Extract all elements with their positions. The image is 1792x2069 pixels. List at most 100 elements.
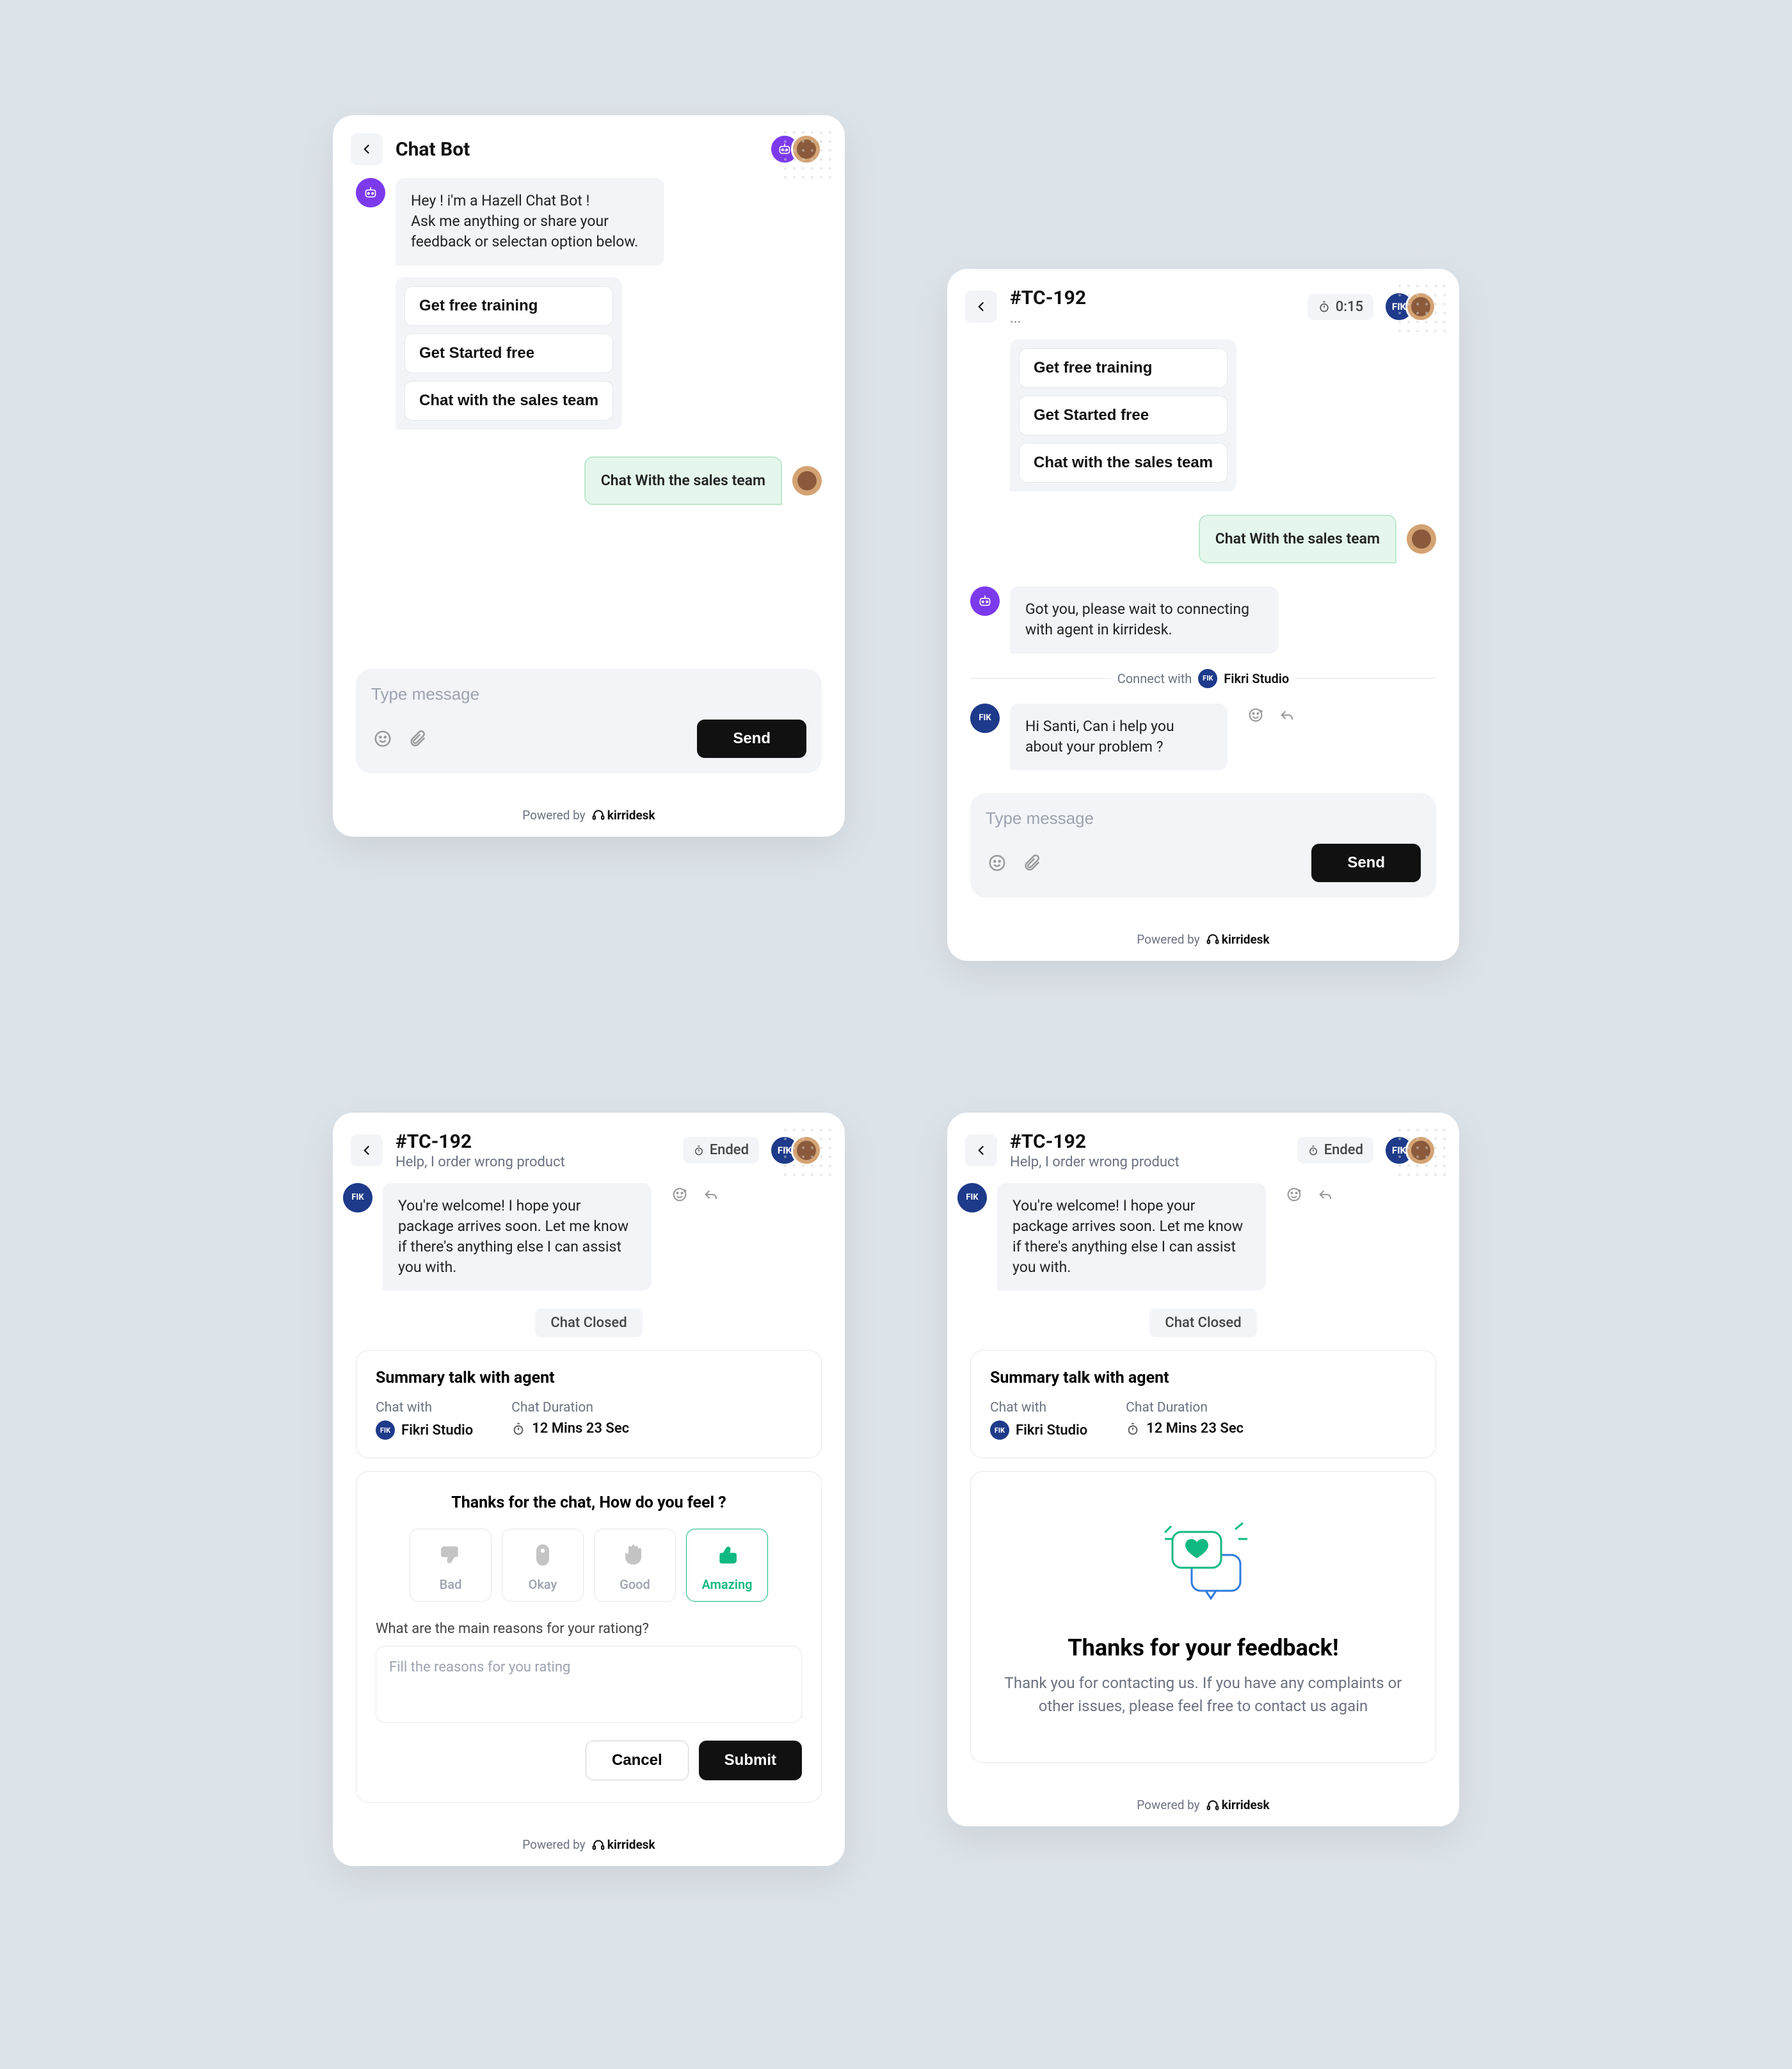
ticket-subtitle: Help, I order wrong product <box>1010 1154 1284 1170</box>
brand-logo: kirridesk <box>1206 1798 1270 1812</box>
submit-button[interactable]: Submit <box>699 1741 802 1780</box>
brand-logo: kirridesk <box>1206 932 1270 947</box>
ticket-subtitle: Help, I order wrong product <box>396 1154 670 1170</box>
bot-avatar-icon <box>356 178 385 207</box>
message-input-area: Send <box>970 793 1436 898</box>
header: #TC-192 ... 0:15 FIK <box>947 269 1459 339</box>
rating-okay[interactable]: Okay <box>502 1529 584 1602</box>
back-button[interactable] <box>351 1134 383 1166</box>
duration-value: 12 Mins 23 Sec <box>511 1421 629 1437</box>
react-icon[interactable] <box>1244 704 1267 727</box>
quick-options: Get free training Get Started free Chat … <box>1010 339 1236 492</box>
option-sales-team[interactable]: Chat with the sales team <box>404 381 613 421</box>
duration-label: Chat Duration <box>511 1400 629 1415</box>
reply-icon[interactable] <box>700 1183 723 1206</box>
react-icon[interactable] <box>668 1183 691 1206</box>
emoji-icon[interactable] <box>371 727 394 750</box>
attachment-icon[interactable] <box>1020 851 1043 874</box>
chat-closed-chip: Chat Closed <box>1149 1308 1256 1337</box>
option-free-training[interactable]: Get free training <box>404 286 613 326</box>
emoji-icon[interactable] <box>986 851 1009 874</box>
status-ended-badge: Ended <box>1297 1137 1373 1163</box>
chat-widget-thank-you: #TC-192 Help, I order wrong product Ende… <box>947 1113 1459 1827</box>
ok-hand-icon <box>530 1542 556 1570</box>
header: #TC-192 Help, I order wrong product Ende… <box>947 1113 1459 1183</box>
reasons-textarea[interactable] <box>376 1646 802 1723</box>
connect-with-divider: Connect with FIK Fikri Studio <box>970 665 1436 692</box>
thank-you-title: Thanks for your feedback! <box>1068 1634 1338 1661</box>
raised-hand-icon <box>622 1542 648 1570</box>
stopwatch-icon <box>1318 300 1331 313</box>
back-button[interactable] <box>965 291 997 323</box>
agent-avatar-icon: FIK <box>343 1183 372 1212</box>
participants-avatars <box>769 134 822 165</box>
cancel-button[interactable]: Cancel <box>586 1741 689 1780</box>
message-input[interactable] <box>371 684 806 704</box>
message-input[interactable] <box>986 809 1421 828</box>
chat-with-value: FIK Fikri Studio <box>376 1421 473 1440</box>
chat-widget-connecting: #TC-192 ... 0:15 FIK Get free training G… <box>947 269 1459 961</box>
reply-icon[interactable] <box>1276 704 1299 727</box>
chat-with-value: FIK Fikri Studio <box>990 1421 1087 1440</box>
option-sales-team[interactable]: Chat with the sales team <box>1019 443 1228 483</box>
attachment-icon[interactable] <box>406 727 429 750</box>
thank-you-card: Thanks for your feedback! Thank you for … <box>970 1471 1436 1763</box>
bot-intro-message: Hey ! i'm a Hazell Chat Bot ! Ask me any… <box>396 178 664 266</box>
headset-icon <box>592 809 605 821</box>
widget-title: Chat Bot <box>396 138 756 161</box>
option-get-started[interactable]: Get Started free <box>1019 396 1228 435</box>
ticket-id: #TC-192 <box>1010 1131 1284 1153</box>
back-button[interactable] <box>351 133 383 165</box>
user-avatar-icon <box>792 466 822 495</box>
user-avatar-icon <box>1407 524 1436 554</box>
chat-widget-initial: Chat Bot Hey ! i'm a Hazell Chat Bot ! A… <box>333 115 845 837</box>
rating-good[interactable]: Good <box>594 1529 676 1602</box>
send-button[interactable]: Send <box>1311 844 1421 882</box>
agent-last-message: You're welcome! I hope your package arri… <box>383 1183 652 1291</box>
back-button[interactable] <box>965 1134 997 1166</box>
participants-avatars: FIK <box>1384 1135 1436 1166</box>
bot-connecting-message: Got you, please wait to connecting with … <box>1010 586 1279 653</box>
status-ended-badge: Ended <box>683 1137 759 1163</box>
powered-by: Powered by kirridesk <box>333 796 845 837</box>
arrow-left-icon <box>973 1142 989 1159</box>
ticket-subtitle: ... <box>1010 310 1295 326</box>
summary-card: Summary talk with agent Chat with FIK Fi… <box>356 1350 822 1458</box>
summary-title: Summary talk with agent <box>376 1369 802 1387</box>
reasons-question: What are the main reasons for your ratio… <box>376 1621 802 1637</box>
ticket-id: #TC-192 <box>396 1131 670 1153</box>
arrow-left-icon <box>358 141 375 157</box>
powered-by: Powered by kirridesk <box>947 921 1459 961</box>
arrow-left-icon <box>358 1142 375 1159</box>
rating-amazing[interactable]: Amazing <box>686 1529 768 1602</box>
heart-chat-illustration <box>1152 1517 1254 1609</box>
agent-last-message: You're welcome! I hope your package arri… <box>997 1183 1266 1291</box>
arrow-left-icon <box>973 298 989 315</box>
thumbs-up-icon <box>714 1542 740 1570</box>
reply-icon[interactable] <box>1315 1183 1338 1206</box>
brand-logo: kirridesk <box>592 808 655 823</box>
bot-avatar-icon <box>970 586 1000 616</box>
header: #TC-192 Help, I order wrong product Ende… <box>333 1113 845 1183</box>
participants-avatars: FIK <box>769 1135 822 1166</box>
powered-by: Powered by kirridesk <box>947 1786 1459 1826</box>
message-actions <box>1244 704 1299 727</box>
thank-you-body: Thank you for contacting us. If you have… <box>996 1671 1410 1718</box>
send-button[interactable]: Send <box>697 720 806 758</box>
option-get-started[interactable]: Get Started free <box>404 334 613 373</box>
message-input-area: Send <box>356 669 822 773</box>
quick-options: Get free training Get Started free Chat … <box>396 277 622 430</box>
participants-avatars: FIK <box>1384 291 1436 322</box>
headset-icon <box>1206 933 1219 946</box>
feedback-question: Thanks for the chat, How do you feel ? <box>376 1493 802 1512</box>
chat-with-label: Chat with <box>376 1400 473 1415</box>
agent-avatar-icon: FIK <box>957 1183 987 1212</box>
header: Chat Bot <box>333 115 845 178</box>
powered-by: Powered by kirridesk <box>333 1826 845 1866</box>
option-free-training[interactable]: Get free training <box>1019 348 1228 388</box>
rating-bad[interactable]: Bad <box>410 1529 492 1602</box>
stopwatch-icon <box>511 1422 525 1436</box>
brand-logo: kirridesk <box>592 1837 655 1852</box>
react-icon[interactable] <box>1283 1183 1306 1206</box>
agent-message: Hi Santi, Can i help you about your prob… <box>1010 704 1228 770</box>
